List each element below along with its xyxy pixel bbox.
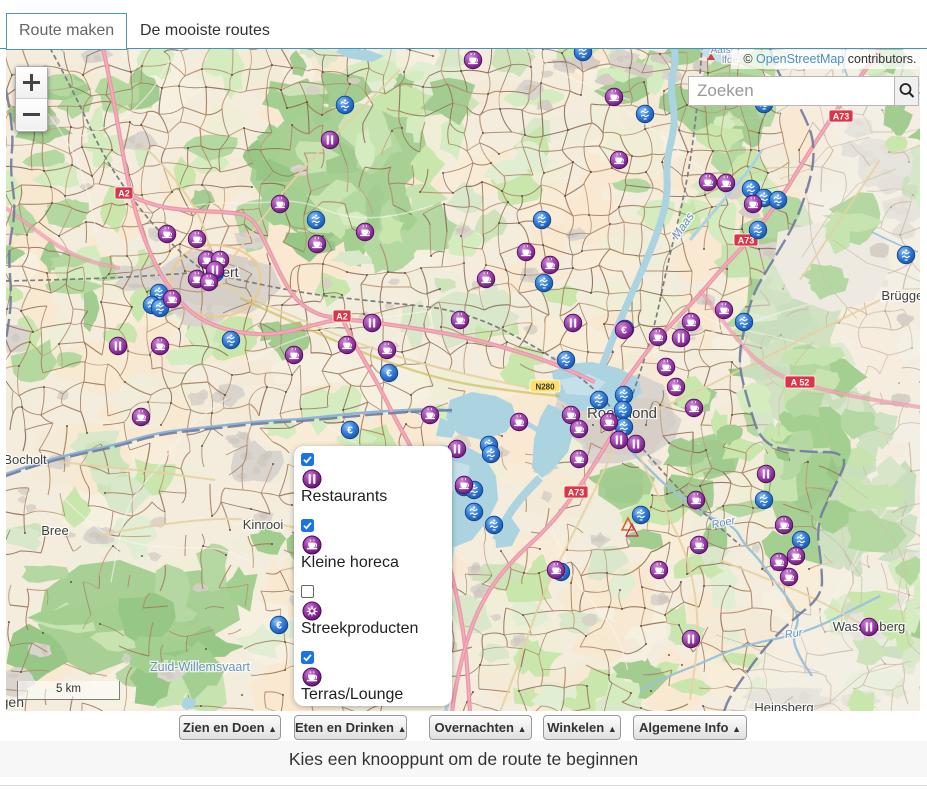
svg-text:Zuid-Willemsvaart: Zuid-Willemsvaart [150, 660, 251, 674]
svg-text:A73: A73 [738, 236, 755, 246]
svg-text:N280: N280 [535, 383, 555, 392]
svg-text:Bocholt: Bocholt [6, 452, 47, 467]
svg-text:A2: A2 [118, 189, 130, 199]
svg-text:Heinsberg: Heinsberg [754, 700, 813, 711]
svg-text:Brüggen: Brüggen [881, 288, 920, 303]
svg-text:A 52: A 52 [791, 378, 810, 388]
svg-text:A2: A2 [336, 312, 348, 322]
svg-text:A73: A73 [833, 112, 850, 122]
svg-text:A73: A73 [568, 488, 585, 498]
svg-text:Kinrooi: Kinrooi [243, 517, 284, 532]
svg-text:Bree: Bree [41, 523, 68, 538]
